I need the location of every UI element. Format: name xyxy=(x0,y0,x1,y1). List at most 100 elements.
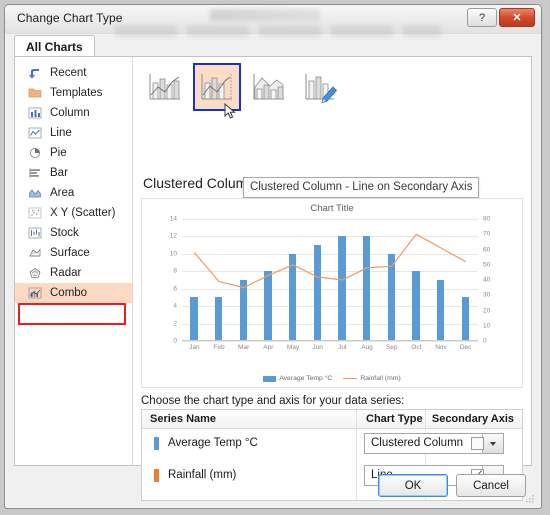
combo-selection-annotation xyxy=(18,303,126,325)
sidebar-item-label: Surface xyxy=(50,247,90,259)
recent-arrow-icon xyxy=(25,65,45,81)
legend-label-average-temp: Average Temp °C xyxy=(279,375,333,382)
dropdown-value: Clustered Column xyxy=(371,437,464,449)
secondary-y-axis-tick-label: 20 xyxy=(483,307,491,314)
chevron-down-icon[interactable] xyxy=(482,434,503,453)
sidebar-item-label: Bar xyxy=(50,167,68,179)
sidebar-item-label: Pie xyxy=(50,147,67,159)
series-table-caption: Choose the chart type and axis for your … xyxy=(141,395,405,407)
close-icon: ✕ xyxy=(512,12,522,24)
sidebar-item-label: Area xyxy=(50,187,75,199)
x-axis-line xyxy=(182,340,478,341)
x-axis-tick-label: Sep xyxy=(385,344,398,351)
chart-title: Chart Title xyxy=(310,203,354,214)
window-title: Change Chart Type xyxy=(17,11,123,25)
chart-type-custom-combination[interactable] xyxy=(297,63,345,111)
clustered-column-line-icon xyxy=(149,74,180,100)
secondary-y-axis-tick-label: 40 xyxy=(483,276,491,284)
background-blur-text xyxy=(210,9,320,21)
legend-label-rainfall: Rainfall (mm) xyxy=(360,375,401,382)
ok-button-label: OK xyxy=(404,479,422,492)
chart-type-tooltip: Clustered Column - Line on Secondary Axi… xyxy=(243,177,480,198)
chart-type-clustered-column-line-secondary-axis[interactable] xyxy=(193,63,241,111)
x-axis-tick-label: Jun xyxy=(312,344,323,351)
x-axis-tick-label: Oct xyxy=(411,344,422,351)
sidebar-item-label: Templates xyxy=(50,87,103,99)
x-axis-tick-label: Dec xyxy=(459,344,472,351)
sidebar-item-xy-scatter[interactable]: X Y (Scatter) xyxy=(15,203,132,223)
title-bar: Change Chart Type ? ✕ xyxy=(5,5,541,37)
close-button[interactable]: ✕ xyxy=(499,8,535,27)
help-icon: ? xyxy=(478,11,486,24)
chart-preview[interactable]: Chart Title 0 2 4 6 8 10 12 14 0 10 20 30 40 50 60 70 80… xyxy=(141,198,523,388)
tab-strip: All Charts xyxy=(14,35,532,57)
sidebar-item-label: Combo xyxy=(50,287,88,299)
area-chart-icon xyxy=(25,185,45,201)
sidebar-item-stock[interactable]: Stock xyxy=(15,223,132,243)
clustered-column-line-secondary-axis-icon xyxy=(201,74,232,100)
secondary-y-axis-tick-label: 10 xyxy=(483,322,491,330)
sidebar-item-label: Radar xyxy=(50,267,82,279)
legend-line-rainfall xyxy=(343,378,358,379)
y-axis-tick-label: 8 xyxy=(173,267,177,275)
sidebar-item-label: Column xyxy=(50,107,90,119)
sidebar-item-area[interactable]: Area xyxy=(15,183,132,203)
table-row: Average Temp °C Clustered Column xyxy=(142,429,522,459)
dialog-footer: OK Cancel xyxy=(5,466,541,508)
legend-swatch-average-temp xyxy=(263,375,277,382)
resize-grip-icon[interactable] xyxy=(525,494,535,504)
x-axis-tick-label: May xyxy=(286,344,300,351)
secondary-y-axis-tick-label: 60 xyxy=(483,246,491,253)
chart-type-clustered-column-line[interactable] xyxy=(141,63,189,111)
secondary-y-axis-tick-label: 80 xyxy=(483,215,491,223)
y-axis-tick-label: 14 xyxy=(169,215,177,223)
sidebar-item-column[interactable]: Column xyxy=(15,103,132,123)
x-axis-tick-label: Jul xyxy=(338,344,347,351)
x-axis-tick-label: Mar xyxy=(238,344,250,351)
column-header-series-name: Series Name xyxy=(150,413,217,425)
column-header-chart-type: Chart Type xyxy=(366,413,423,425)
sidebar-item-radar[interactable]: Radar xyxy=(15,263,132,283)
y-axis-tick-label: 10 xyxy=(169,250,177,258)
sidebar-item-label: Line xyxy=(50,127,72,139)
legend-entry-rainfall: Rainfall (mm) xyxy=(343,375,401,382)
y-axis-tick-label: 12 xyxy=(169,232,177,240)
chart-legend: Average Temp °C Rainfall (mm) xyxy=(142,375,522,382)
change-chart-type-dialog: Change Chart Type ? ✕ All Charts Recent xyxy=(4,4,542,509)
folder-icon xyxy=(25,85,45,101)
combo-chart-icon xyxy=(25,285,45,301)
chart-plot-area: 0 2 4 6 8 10 12 14 0 10 20 30 40 50 60 70 80 Jan Feb Mar Apr… xyxy=(170,216,490,352)
secondary-y-axis-tick-label: 50 xyxy=(483,261,491,269)
chart-category-sidebar: Recent Templates Column Line Pie Bar Are… xyxy=(15,57,133,465)
sidebar-item-surface[interactable]: Surface xyxy=(15,243,132,263)
gridline xyxy=(182,341,478,342)
stock-chart-icon xyxy=(25,225,45,241)
series-name: Average Temp °C xyxy=(168,437,258,449)
sidebar-item-bar[interactable]: Bar xyxy=(15,163,132,183)
cancel-button[interactable]: Cancel xyxy=(456,474,526,497)
sidebar-item-pie[interactable]: Pie xyxy=(15,143,132,163)
surface-chart-icon xyxy=(25,245,45,261)
tab-all-charts[interactable]: All Charts xyxy=(14,35,95,57)
sidebar-item-line[interactable]: Line xyxy=(15,123,132,143)
radar-chart-icon xyxy=(25,265,45,281)
x-axis-tick-label: Feb xyxy=(213,344,225,351)
sidebar-item-combo[interactable]: Combo xyxy=(15,283,132,303)
sidebar-item-templates[interactable]: Templates xyxy=(15,83,132,103)
line-chart-icon xyxy=(25,125,45,141)
sidebar-item-recent[interactable]: Recent xyxy=(15,63,132,83)
pie-chart-icon xyxy=(25,145,45,161)
chart-type-stacked-area-clustered-column[interactable] xyxy=(245,63,293,111)
column-header-secondary-axis: Secondary Axis xyxy=(431,413,514,425)
ok-button[interactable]: OK xyxy=(378,474,448,497)
dialog-body-panel: Recent Templates Column Line Pie Bar Are… xyxy=(14,56,532,501)
chart-type-gallery xyxy=(141,63,351,119)
y-axis-tick-label: 6 xyxy=(173,285,177,293)
sidebar-item-label: X Y (Scatter) xyxy=(50,207,116,219)
x-axis-tick-label: Jan xyxy=(189,344,200,351)
help-button[interactable]: ? xyxy=(467,8,497,27)
secondary-axis-checkbox-average-temp[interactable] xyxy=(471,437,484,450)
cancel-button-label: Cancel xyxy=(473,479,509,492)
tab-all-charts-label: All Charts xyxy=(26,39,83,54)
sidebar-item-label: Stock xyxy=(50,227,79,239)
